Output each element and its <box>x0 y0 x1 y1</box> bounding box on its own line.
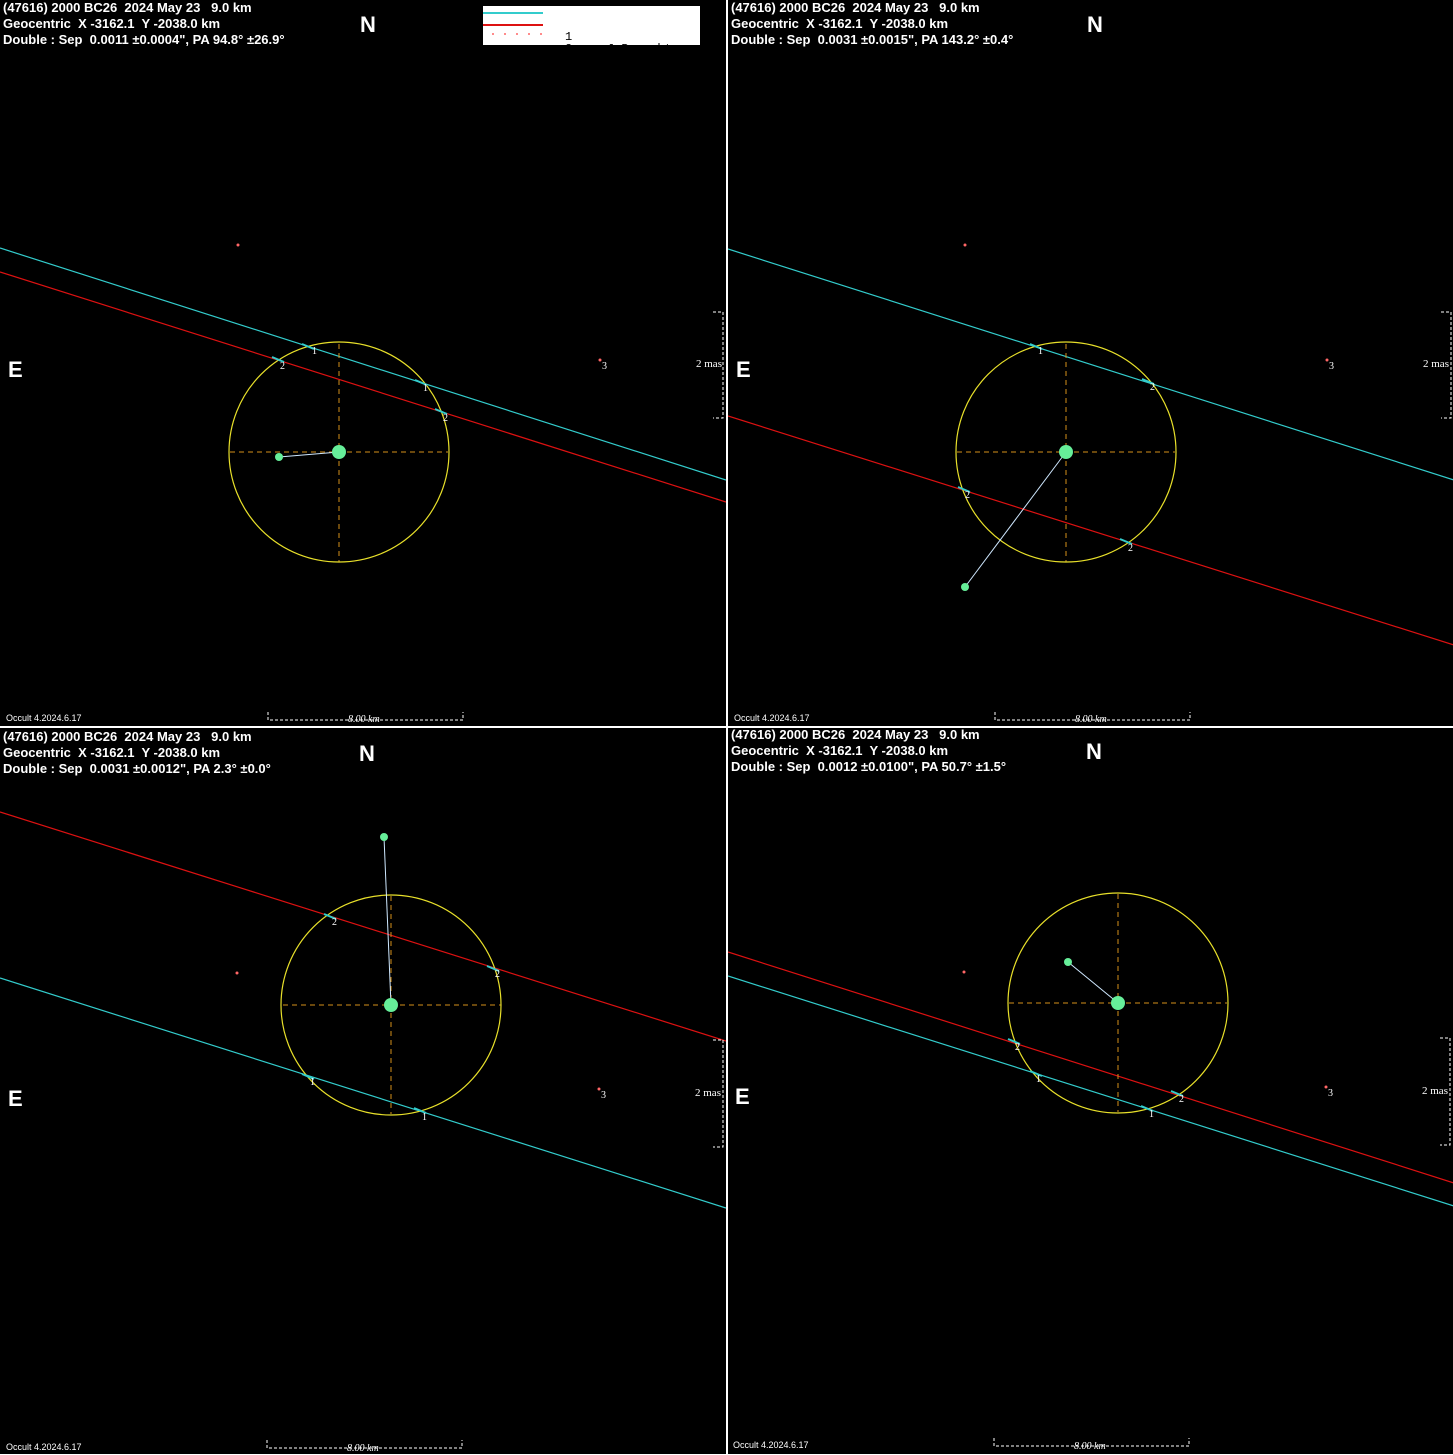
legend-entry-3: 3(P) Predicted <box>483 31 700 79</box>
mas-label: 2 mas <box>696 358 722 370</box>
header-double: Double : Sep 0.0031 ±0.0012", PA 2.3° ±0… <box>3 761 271 776</box>
version-label: Occult 4.2024.6.17 <box>6 713 82 723</box>
companion-link <box>278 451 340 458</box>
chord-label: 2 <box>965 490 970 501</box>
chord-label: 2 <box>1150 382 1155 393</box>
predicted-point <box>962 970 966 974</box>
version-label: Occult 4.2024.6.17 <box>734 713 810 723</box>
mas-label: 2 mas <box>1422 1085 1448 1097</box>
east-label: E <box>735 1084 750 1109</box>
header-title: (47616) 2000 BC26 2024 May 23 9.0 km <box>3 729 252 744</box>
scale-label: 8.00 km <box>1074 1441 1106 1452</box>
predicted-point <box>235 971 239 975</box>
north-label: N <box>1086 739 1102 764</box>
version-label: Occult 4.2024.6.17 <box>6 1442 82 1452</box>
chord-marker <box>957 343 1155 545</box>
legend-swatch <box>492 33 542 35</box>
header-title: (47616) 2000 BC26 2024 May 23 9.0 km <box>3 0 252 15</box>
chord-label: 2 <box>443 413 448 424</box>
chord-line-2 <box>0 271 726 503</box>
chord-label: 1 <box>310 1077 315 1088</box>
legend: 1 J Broughton 2 J Broughton 3(P) Predict… <box>483 6 700 79</box>
legend-swatch <box>483 24 543 26</box>
scale-label: 8.00 km <box>347 1443 379 1454</box>
mas-label: 2 mas <box>695 1087 721 1099</box>
chord-label: 1 <box>1038 346 1043 357</box>
predicted-label: 3 <box>1329 361 1334 372</box>
legend-entry-2: 2 J Broughton <box>483 19 700 67</box>
header-title: (47616) 2000 BC26 2024 May 23 9.0 km <box>731 0 980 15</box>
panel-top-left: (47616) 2000 BC26 2024 May 23 9.0 km Geo… <box>0 0 726 726</box>
chord-label: 2 <box>495 969 500 980</box>
header-title: (47616) 2000 BC26 2024 May 23 9.0 km <box>731 728 980 742</box>
primary-center <box>384 998 398 1012</box>
header-double: Double : Sep 0.0031 ±0.0015", PA 143.2° … <box>731 32 1014 47</box>
scale-label: 8.00 km <box>348 714 380 725</box>
chord-line-2 <box>728 951 1453 1184</box>
predicted-point <box>236 243 240 247</box>
chord-line-1 <box>728 248 1453 481</box>
legend-swatch <box>483 12 543 14</box>
east-label: E <box>736 357 751 382</box>
chord-label: 2 <box>280 361 285 372</box>
version-label: Occult 4.2024.6.17 <box>733 1440 809 1450</box>
header-geocentric: Geocentric X -3162.1 Y -2038.0 km <box>3 745 221 760</box>
panel-top-right: (47616) 2000 BC26 2024 May 23 9.0 km Geo… <box>728 0 1453 726</box>
header-geocentric: Geocentric X -3162.1 Y -2038.0 km <box>3 16 221 31</box>
legend-observer: Predicted <box>607 66 672 80</box>
chord-label: 2 <box>332 917 337 928</box>
north-label: N <box>359 741 375 766</box>
predicted-label: 3 <box>601 1090 606 1101</box>
legend-number: 3(P) <box>565 54 594 68</box>
plot-area <box>728 892 1453 1447</box>
chord-label: 1 <box>312 346 317 357</box>
companion-body <box>380 833 388 841</box>
chord-line-2 <box>0 811 726 1042</box>
panel-bottom-left: (47616) 2000 BC26 2024 May 23 9.0 km Geo… <box>0 728 726 1454</box>
predicted-label: 3 <box>602 361 607 372</box>
predicted-label: 3 <box>1328 1088 1333 1099</box>
plot-area <box>0 243 726 721</box>
chord-line-1 <box>0 247 726 481</box>
companion-body <box>1064 958 1072 966</box>
companion-body <box>961 583 969 591</box>
chord-label: 1 <box>1149 1109 1154 1120</box>
primary-center <box>1059 445 1073 459</box>
east-label: E <box>8 1086 23 1111</box>
chord-line-1 <box>728 975 1453 1207</box>
chord-label: 2 <box>1015 1042 1020 1053</box>
scale-label: 8.00 km <box>1075 714 1107 725</box>
legend-entry-1: 1 J Broughton <box>483 7 700 55</box>
chord-label: 1 <box>1036 1074 1041 1085</box>
chord-line-1 <box>0 977 726 1209</box>
panel-bottom-right: (47616) 2000 BC26 2024 May 23 9.0 km Geo… <box>728 728 1453 1454</box>
chord-label: 1 <box>423 383 428 394</box>
plot-area <box>728 243 1453 721</box>
primary-center <box>332 445 346 459</box>
mas-label: 2 mas <box>1423 358 1449 370</box>
chord-line-2 <box>728 415 1453 646</box>
north-label: N <box>1087 12 1103 37</box>
header-double: Double : Sep 0.0012 ±0.0100", PA 50.7° ±… <box>731 759 1007 774</box>
companion-body <box>275 453 283 461</box>
header-geocentric: Geocentric X -3162.1 Y -2038.0 km <box>731 743 949 758</box>
north-label: N <box>360 12 376 37</box>
chord-label: 2 <box>1128 543 1133 554</box>
chord-label: 2 <box>1179 1094 1184 1105</box>
chord-label: 1 <box>422 1112 427 1123</box>
east-label: E <box>8 357 23 382</box>
header-geocentric: Geocentric X -3162.1 Y -2038.0 km <box>731 16 949 31</box>
predicted-point <box>963 243 967 247</box>
companion-link <box>1067 961 1119 1004</box>
companion-link <box>383 836 392 1006</box>
primary-center <box>1111 996 1125 1010</box>
header-double: Double : Sep 0.0011 ±0.0004", PA 94.8° ±… <box>3 32 285 47</box>
companion-link <box>964 451 1067 588</box>
plot-area <box>0 811 726 1449</box>
